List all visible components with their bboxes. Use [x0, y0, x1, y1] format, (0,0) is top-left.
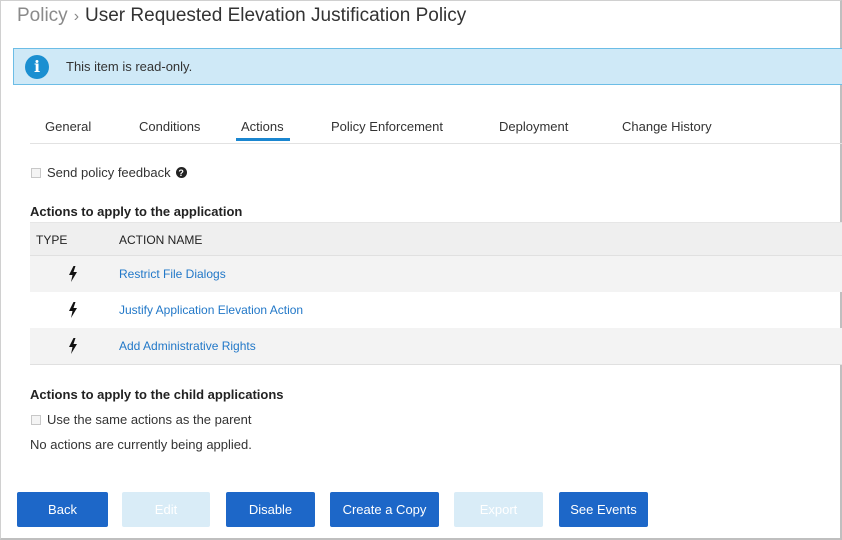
export-button[interactable]: Export — [454, 492, 543, 527]
page-title: User Requested Elevation Justification P… — [85, 5, 467, 26]
send-feedback-row: Send policy feedback ? — [31, 165, 187, 180]
send-feedback-checkbox[interactable] — [31, 167, 41, 178]
action-link-justify-elevation[interactable]: Justify Application Elevation Action — [119, 303, 303, 317]
table-row: Justify Application Elevation Action — [30, 292, 842, 328]
action-link-add-admin-rights[interactable]: Add Administrative Rights — [119, 339, 256, 353]
edit-button[interactable]: Edit — [122, 492, 210, 527]
tab-deployment[interactable]: Deployment — [499, 116, 568, 138]
tab-actions[interactable]: Actions — [236, 116, 290, 141]
child-actions-heading: Actions to apply to the child applicatio… — [30, 387, 284, 402]
lightning-bolt-icon — [69, 338, 77, 354]
tab-policy-enforcement[interactable]: Policy Enforcement — [331, 116, 443, 138]
app-actions-table: TYPE ACTION NAME Restrict File Dialogs J… — [30, 222, 842, 365]
column-header-type: TYPE — [36, 233, 68, 247]
tab-bar: General Conditions Actions Policy Enforc… — [30, 116, 842, 144]
lightning-bolt-icon — [69, 302, 77, 318]
tab-general[interactable]: General — [45, 116, 91, 138]
send-feedback-label: Send policy feedback — [47, 165, 171, 180]
column-header-action-name: ACTION NAME — [119, 233, 203, 247]
action-link-restrict-file-dialogs[interactable]: Restrict File Dialogs — [119, 267, 226, 281]
lightning-bolt-icon — [69, 266, 77, 282]
breadcrumb-root-link[interactable]: Policy — [17, 5, 68, 26]
question-circle-icon[interactable]: ? — [175, 167, 187, 178]
info-icon: i — [25, 54, 49, 79]
readonly-message: This item is read-only. — [66, 59, 193, 74]
readonly-banner: i This item is read-only. — [13, 48, 842, 85]
create-copy-button[interactable]: Create a Copy — [330, 492, 439, 527]
same-as-parent-label: Use the same actions as the parent — [47, 412, 252, 427]
breadcrumb-separator: › — [73, 8, 80, 25]
no-actions-message: No actions are currently being applied. — [30, 437, 252, 452]
tab-conditions[interactable]: Conditions — [139, 116, 200, 138]
tab-change-history[interactable]: Change History — [622, 116, 712, 138]
disable-button[interactable]: Disable — [226, 492, 315, 527]
breadcrumb: Policy › User Requested Elevation Justific… — [17, 4, 466, 29]
app-actions-heading: Actions to apply to the application — [30, 204, 243, 219]
table-row: Add Administrative Rights — [30, 328, 842, 364]
same-as-parent-row: Use the same actions as the parent — [31, 412, 252, 427]
table-header: TYPE ACTION NAME — [30, 222, 842, 256]
same-as-parent-checkbox[interactable] — [31, 414, 41, 425]
table-row: Restrict File Dialogs — [30, 256, 842, 292]
see-events-button[interactable]: See Events — [559, 492, 648, 527]
back-button[interactable]: Back — [17, 492, 108, 527]
table-divider — [30, 364, 842, 365]
